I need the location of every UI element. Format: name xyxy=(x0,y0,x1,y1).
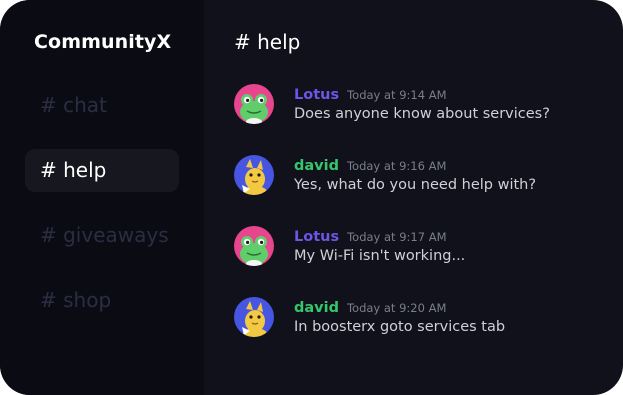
chat-panel: # help Lotus Today at 9:14 AM Does anyon… xyxy=(204,0,623,395)
channel-help[interactable]: # help xyxy=(25,149,179,192)
cat-avatar-icon[interactable] xyxy=(234,155,274,195)
message: Lotus Today at 9:14 AM Does anyone know a… xyxy=(234,84,594,128)
message: Lotus Today at 9:17 AM My Wi-Fi isn't wor… xyxy=(234,226,594,270)
cat-avatar-icon[interactable] xyxy=(234,297,274,337)
channel-title: # help xyxy=(234,30,301,54)
frog-avatar-icon[interactable] xyxy=(234,84,274,124)
sidebar: CommunityX # chat # help # giveaways # s… xyxy=(0,0,204,395)
author-name[interactable]: david xyxy=(294,158,339,174)
message-header: Lotus Today at 9:14 AM xyxy=(294,84,447,103)
message-header: david Today at 9:16 AM xyxy=(294,155,446,174)
timestamp: Today at 9:20 AM xyxy=(346,301,447,315)
message-text: Yes, what do you need help with? xyxy=(294,177,537,193)
channel-chat[interactable]: # chat xyxy=(25,84,179,127)
timestamp: Today at 9:14 AM xyxy=(347,88,447,102)
timestamp: Today at 9:16 AM xyxy=(346,159,447,173)
message: david Today at 9:16 AM Yes, what do you n… xyxy=(234,155,594,199)
frog-avatar-icon[interactable] xyxy=(234,226,274,266)
timestamp: Today at 9:17 AM xyxy=(347,230,447,244)
message-text: Does anyone know about services? xyxy=(294,106,550,122)
message-text: In boosterx goto services tab xyxy=(294,319,506,335)
message-header: Lotus Today at 9:17 AM xyxy=(294,226,447,245)
channel-giveaways[interactable]: # giveaways xyxy=(25,214,179,257)
message-text: My Wi-Fi isn't working... xyxy=(294,248,466,264)
server-name: CommunityX xyxy=(34,31,172,53)
message-header: david Today at 9:20 AM xyxy=(294,297,446,316)
channel-shop[interactable]: # shop xyxy=(25,279,179,322)
author-name[interactable]: Lotus xyxy=(294,229,339,245)
author-name[interactable]: david xyxy=(294,300,339,316)
message: david Today at 9:20 AM In boosterx goto s… xyxy=(234,297,594,341)
author-name[interactable]: Lotus xyxy=(294,87,339,103)
app-window: CommunityX # chat # help # giveaways # s… xyxy=(0,0,623,395)
